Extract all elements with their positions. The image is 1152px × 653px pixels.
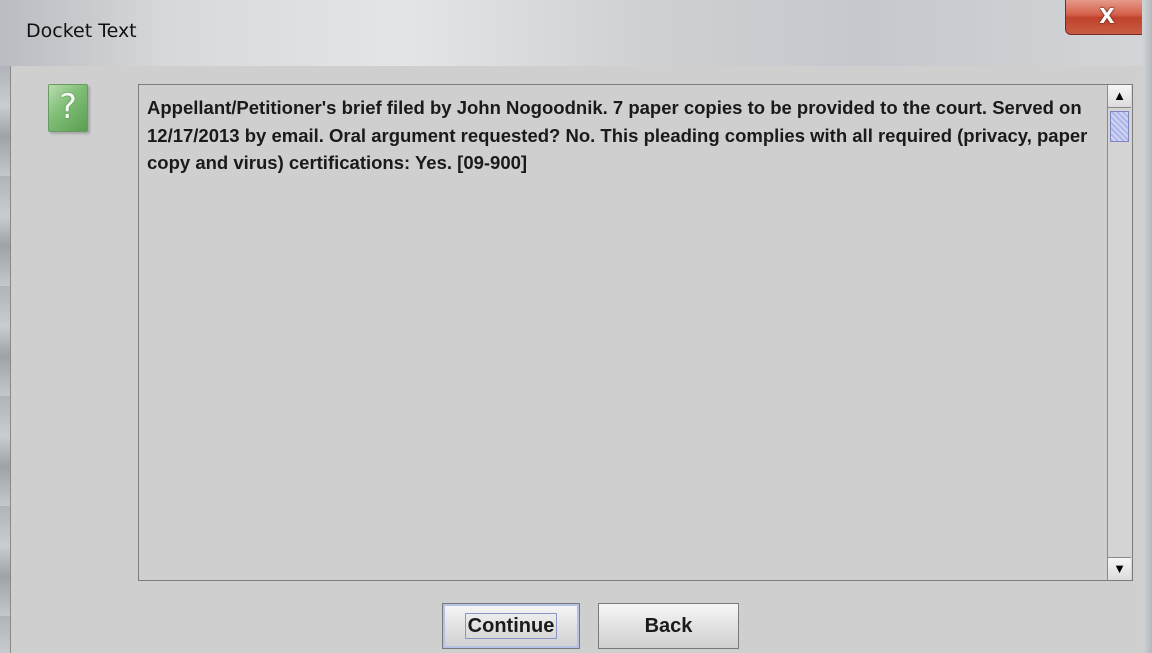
scroll-thumb[interactable] — [1110, 111, 1129, 142]
continue-button-label: Continue — [464, 613, 558, 639]
scroll-up-arrow-icon[interactable]: ▲ — [1108, 85, 1131, 108]
close-icon: X — [1099, 4, 1115, 28]
dialog-content: ? Appellant/Petitioner's brief filed by … — [10, 66, 1143, 653]
docket-text-dialog: Docket Text X ? Appellant/Petitioner's b… — [0, 0, 1152, 653]
back-button[interactable]: Back — [598, 603, 739, 649]
back-button-label: Back — [644, 615, 693, 637]
window-right-border — [1142, 0, 1152, 653]
docket-text: Appellant/Petitioner's brief filed by Jo… — [147, 97, 1088, 173]
window-title: Docket Text — [26, 20, 137, 42]
question-icon: ? — [48, 84, 88, 132]
continue-button[interactable]: Continue — [442, 603, 580, 649]
window-left-border — [0, 66, 10, 653]
title-bar[interactable]: Docket Text X — [0, 0, 1152, 66]
vertical-scrollbar[interactable]: ▲ ▼ — [1107, 85, 1132, 580]
close-button[interactable]: X — [1065, 0, 1149, 35]
docket-text-area[interactable]: Appellant/Petitioner's brief filed by Jo… — [138, 84, 1133, 581]
scroll-down-arrow-icon[interactable]: ▼ — [1108, 557, 1131, 580]
